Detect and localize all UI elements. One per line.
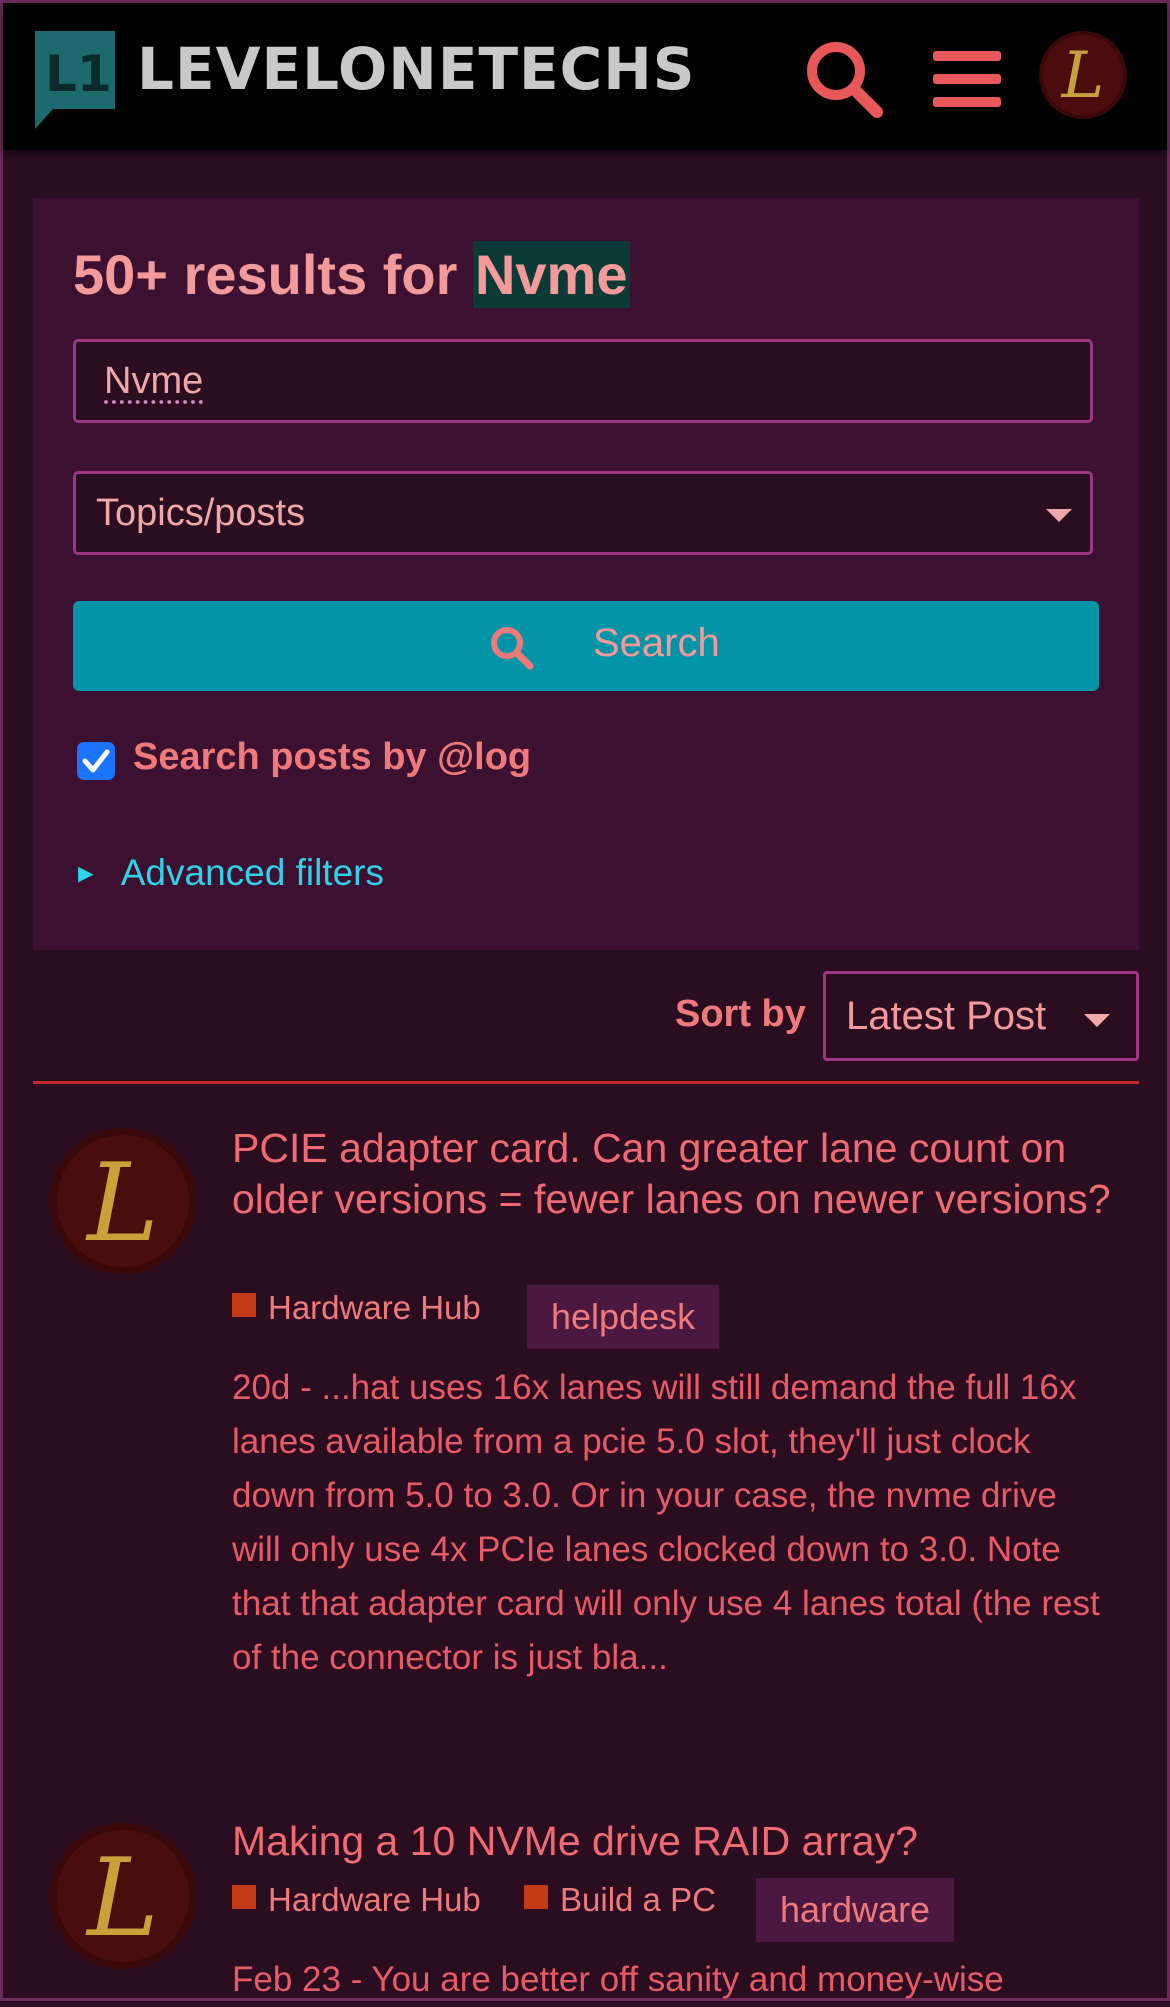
result-title[interactable]: PCIE adapter card. Can greater lane coun…	[232, 1123, 1112, 1225]
result-blurb: Feb 23 - You are better off sanity and m…	[232, 1960, 1004, 1999]
result-tag[interactable]: helpdesk	[527, 1285, 720, 1349]
sort-select[interactable]: Latest Post	[823, 971, 1139, 1061]
logo-icon[interactable]: L1	[35, 31, 115, 129]
user-avatar[interactable]: L	[1039, 31, 1127, 119]
sort-selected-value: Latest Post	[846, 994, 1047, 1038]
result-author-avatar[interactable]: L	[50, 1823, 196, 1969]
advanced-filters-label: Advanced filters	[120, 852, 384, 893]
result-author-avatar[interactable]: L	[50, 1128, 196, 1274]
svg-text:L: L	[85, 1141, 159, 1266]
category-label: Build a PC	[560, 1881, 716, 1918]
search-scope-select[interactable]: Topics/posts	[73, 471, 1093, 555]
result-blurb: 20d - ...hat uses 16x lanes will still d…	[232, 1368, 1100, 1677]
search-button-label: Search	[593, 621, 720, 665]
result-tag[interactable]: hardware	[756, 1878, 955, 1942]
svg-text:L: L	[1061, 39, 1105, 113]
search-panel: 50+ results for Nvme Nvme Topics/posts S…	[33, 198, 1139, 950]
category-color-square	[232, 1885, 256, 1909]
result-title[interactable]: Making a 10 NVMe drive RAID array?	[232, 1816, 1112, 1867]
search-posts-by-user-label[interactable]: Search posts by @log	[133, 736, 531, 779]
search-icon[interactable]	[803, 38, 885, 120]
site-header: L1 LEVELONETECHS L	[3, 3, 1167, 150]
dropdown-caret-icon	[1046, 509, 1072, 522]
sort-by-label: Sort by	[675, 993, 806, 1035]
svg-text:L1: L1	[45, 45, 112, 103]
results-heading: 50+ results for Nvme	[73, 241, 630, 308]
checkmark-icon	[82, 749, 110, 773]
search-icon	[491, 627, 534, 670]
category-label: Hardware Hub	[268, 1881, 481, 1918]
hamburger-menu-icon[interactable]	[933, 49, 1001, 109]
svg-text:L: L	[85, 1836, 159, 1961]
triangle-right-icon: ►	[73, 858, 99, 888]
dropdown-caret-icon	[1084, 1014, 1110, 1027]
result-category[interactable]: Hardware Hub	[232, 1289, 481, 1327]
category-label: Hardware Hub	[268, 1289, 481, 1326]
search-scope-value: Topics/posts	[96, 492, 306, 534]
results-count-prefix: 50+ results for	[73, 243, 458, 306]
result-category[interactable]: Hardware Hub	[232, 1881, 481, 1919]
result-category[interactable]: Build a PC	[524, 1881, 716, 1919]
query-highlight: Nvme	[472, 241, 630, 308]
search-input[interactable]: Nvme	[73, 339, 1093, 423]
results-divider	[33, 1081, 1139, 1084]
advanced-filters-toggle[interactable]: ► Advanced filters	[73, 852, 384, 894]
category-color-square	[232, 1293, 256, 1317]
search-posts-by-user-checkbox[interactable]	[77, 742, 115, 780]
search-input-value[interactable]: Nvme	[104, 360, 203, 403]
category-color-square	[524, 1885, 548, 1909]
search-button[interactable]: Search	[73, 601, 1099, 691]
site-logo-text[interactable]: LEVELONETECHS	[137, 35, 696, 103]
